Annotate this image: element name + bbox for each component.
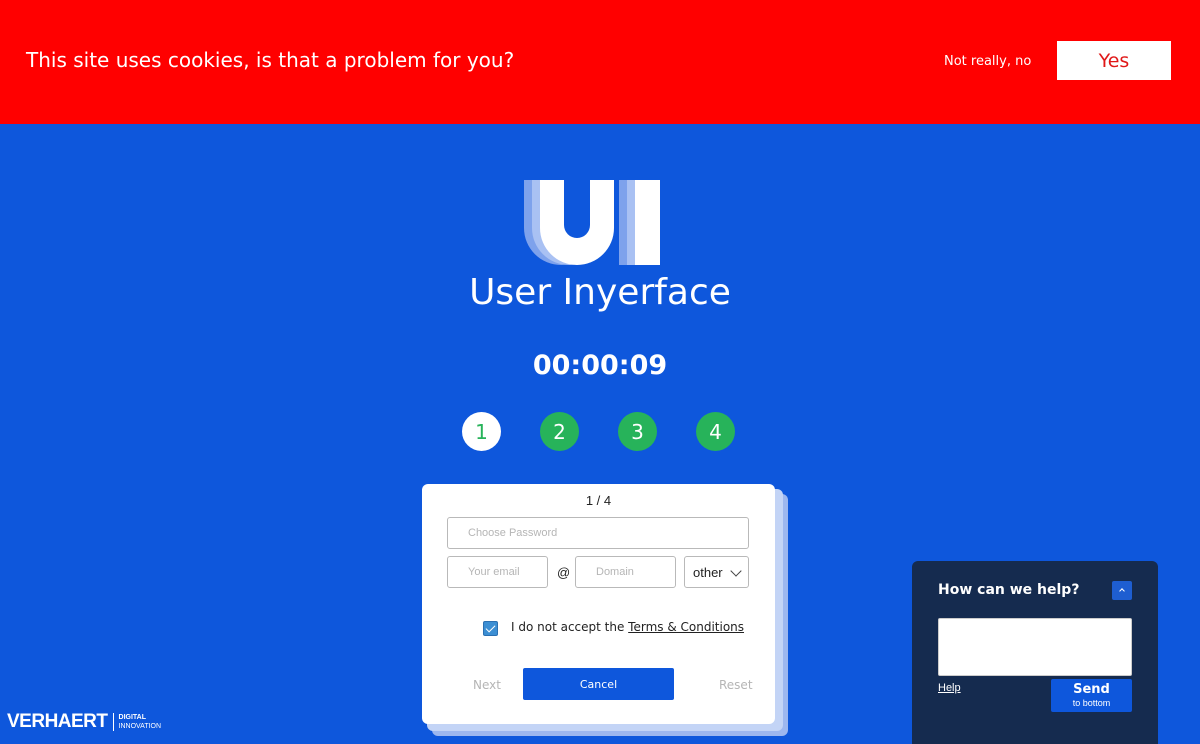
reset-button[interactable]: Reset (719, 678, 753, 692)
brand-tagline-2: INNOVATION (118, 723, 162, 730)
ui-logo-icon (520, 180, 665, 266)
brand-name: VERHAERT (7, 711, 108, 732)
send-sublabel: to bottom (1072, 698, 1111, 708)
brand-tagline-1: DIGITAL (118, 714, 146, 721)
send-button[interactable]: Send to bottom (1051, 679, 1132, 712)
verhaert-logo: VERHAERT DIGITAL INNOVATION (7, 711, 161, 733)
cookie-decline-link[interactable]: Not really, no (944, 54, 1031, 69)
help-title: How can we help? (938, 582, 1080, 598)
help-chat-widget: How can we help? Help Send to bottom (912, 561, 1158, 744)
step-indicator: 1 2 3 4 (462, 412, 735, 451)
terms-label: I do not accept the Terms & Conditions (511, 620, 744, 634)
terms-checkbox[interactable] (483, 621, 498, 636)
cancel-button[interactable]: Cancel (523, 668, 674, 700)
cookie-accept-button[interactable]: Yes (1057, 41, 1171, 80)
form-step-label: 1 / 4 (585, 493, 612, 508)
email-input[interactable]: Your email (447, 556, 548, 588)
brand-divider (112, 713, 114, 731)
help-message-textarea[interactable] (938, 618, 1132, 676)
chevron-down-icon (730, 565, 742, 577)
chevron-up-icon[interactable] (1112, 581, 1132, 600)
terms-prefix: I do not accept the (511, 620, 629, 634)
timer: 00:00:09 (532, 350, 668, 381)
step-4: 4 (696, 412, 735, 451)
next-button[interactable]: Next (473, 678, 501, 692)
send-label: Send (1073, 682, 1110, 697)
brand-tagline: DIGITAL INNOVATION (119, 713, 162, 731)
cookie-banner: This site uses cookies, is that a proble… (0, 0, 1200, 124)
at-symbol: @ (557, 565, 571, 580)
help-link[interactable]: Help (938, 682, 961, 694)
tld-select-value: other (693, 564, 723, 580)
step-3: 3 (618, 412, 657, 451)
login-form-card: 1 / 4 Choose Password Your email @ Domai… (422, 484, 775, 724)
terms-link[interactable]: Terms & Conditions (628, 620, 744, 634)
cookie-message: This site uses cookies, is that a proble… (26, 48, 515, 72)
step-2: 2 (540, 412, 579, 451)
domain-input[interactable]: Domain (575, 556, 676, 588)
password-input[interactable]: Choose Password (447, 517, 749, 549)
app-title: User Inyerface (469, 272, 731, 313)
step-1: 1 (462, 412, 501, 451)
tld-select[interactable]: other (684, 556, 749, 588)
